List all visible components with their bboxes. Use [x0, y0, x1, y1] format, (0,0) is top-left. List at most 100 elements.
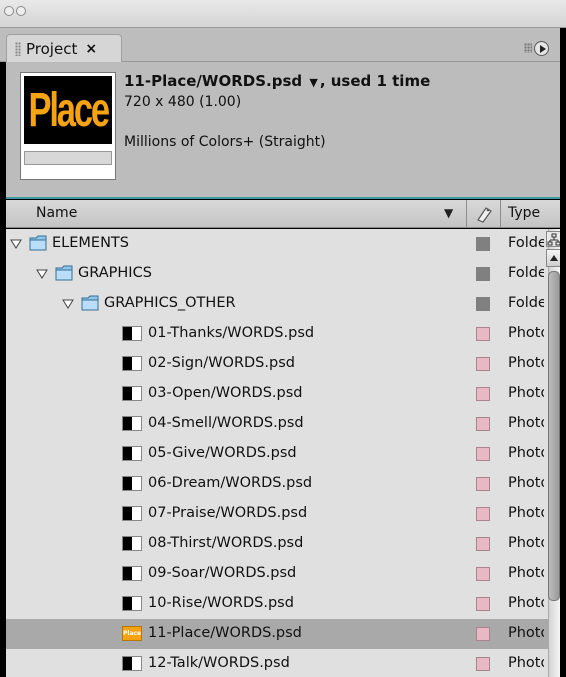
item-info-area: Place 11-Place/WORDS.psd ▼, used 1 time …: [6, 62, 560, 197]
label-color-swatch[interactable]: [476, 447, 490, 461]
label-color-swatch[interactable]: [476, 387, 490, 401]
item-label: 10-Rise/WORDS.psd: [148, 595, 294, 611]
item-type: Photoshop: [508, 595, 544, 611]
item-type: Folder: [508, 265, 544, 281]
item-type: Photoshop: [508, 505, 544, 521]
psd-file-icon: [122, 596, 142, 611]
item-label: 04-Smell/WORDS.psd: [148, 415, 304, 431]
file-row[interactable]: 01-Thanks/WORDS.psd Photoshop: [6, 319, 560, 349]
item-label: 06-Dream/WORDS.psd: [148, 475, 313, 491]
item-label: GRAPHICS_OTHER: [104, 295, 236, 311]
label-color-swatch[interactable]: [476, 357, 490, 371]
item-label: 02-Sign/WORDS.psd: [148, 355, 295, 371]
thumbnail-text: Place: [28, 83, 110, 137]
column-type[interactable]: Type: [508, 205, 540, 221]
item-name: 11-Place/WORDS.psd: [124, 72, 303, 90]
item-label: 12-Talk/WORDS.psd: [148, 655, 290, 671]
folder-icon: [29, 235, 47, 251]
item-title: 11-Place/WORDS.psd ▼, used 1 time: [124, 72, 430, 90]
item-type: Photoshop: [508, 355, 544, 371]
file-row[interactable]: 05-Give/WORDS.psd Photoshop: [6, 439, 560, 469]
file-row[interactable]: 04-Smell/WORDS.psd Photoshop: [6, 409, 560, 439]
item-label: 09-Soar/WORDS.psd: [148, 565, 297, 581]
label-color-swatch[interactable]: [476, 657, 490, 671]
disclosure-triangle-icon[interactable]: [10, 238, 22, 250]
tab-project-label: Project: [26, 39, 78, 58]
file-row[interactable]: 09-Soar/WORDS.psd Photoshop: [6, 559, 560, 589]
panel-tab-bar: Project ×: [0, 28, 560, 62]
folder-row[interactable]: GRAPHICS_OTHER Folder: [6, 289, 560, 319]
divider: [6, 197, 560, 199]
item-color-depth: Millions of Colors+ (Straight): [124, 134, 326, 150]
disclosure-triangle-icon[interactable]: [62, 298, 74, 310]
folder-row[interactable]: GRAPHICS Folder: [6, 259, 560, 289]
item-label: 11-Place/WORDS.psd: [148, 625, 302, 641]
label-color-swatch[interactable]: [476, 567, 490, 581]
folder-icon: [55, 265, 73, 281]
label-color-swatch[interactable]: [476, 507, 490, 521]
tab-project[interactable]: Project ×: [6, 34, 122, 62]
psd-file-icon: [122, 326, 142, 341]
flowchart-icon[interactable]: [546, 231, 560, 247]
panel-menu-button[interactable]: [524, 40, 550, 56]
project-items-list[interactable]: ELEMENTSFolderGRAPHICSFolderGRAPHICS_OTH…: [6, 229, 560, 677]
psd-file-icon: [122, 506, 142, 521]
item-label: 07-Praise/WORDS.psd: [148, 505, 308, 521]
file-row[interactable]: 02-Sign/WORDS.psd Photoshop: [6, 349, 560, 379]
label-color-swatch[interactable]: [476, 267, 490, 281]
item-type: Folder: [508, 235, 544, 251]
psd-file-icon: [122, 566, 142, 581]
file-row[interactable]: 12-Talk/WORDS.psd Photoshop: [6, 649, 560, 677]
close-icon[interactable]: ×: [85, 41, 97, 57]
label-color-swatch[interactable]: [476, 477, 490, 491]
folder-row[interactable]: ELEMENTS Folder: [6, 229, 560, 259]
window-edge: [560, 28, 566, 677]
item-label: ELEMENTS: [52, 235, 129, 251]
flyout-menu-icon[interactable]: [534, 40, 549, 56]
column-header: Name ▼ Type: [6, 200, 560, 228]
label-tag-icon[interactable]: [474, 204, 494, 224]
item-type: Photoshop: [508, 325, 544, 341]
file-row[interactable]: 06-Dream/WORDS.psd Photoshop: [6, 469, 560, 499]
file-row[interactable]: 03-Open/WORDS.psd Photoshop: [6, 379, 560, 409]
item-type: Photoshop: [508, 565, 544, 581]
file-row[interactable]: 08-Thirst/WORDS.psd Photoshop: [6, 529, 560, 559]
item-dimensions: 720 x 480 (1.00): [124, 94, 242, 110]
item-label: 03-Open/WORDS.psd: [148, 385, 303, 401]
thumbnail-bar: [24, 151, 112, 165]
item-thumbnail: Place: [20, 72, 116, 180]
label-color-swatch[interactable]: [476, 597, 490, 611]
item-type: Photoshop: [508, 625, 544, 641]
column-divider: [466, 200, 467, 228]
label-color-swatch[interactable]: [476, 537, 490, 551]
window-close-icon[interactable]: [4, 6, 14, 16]
item-type: Photoshop: [508, 445, 544, 461]
psd-file-icon: [122, 416, 142, 431]
item-label: 05-Give/WORDS.psd: [148, 445, 297, 461]
label-color-swatch[interactable]: [476, 327, 490, 341]
file-row[interactable]: Place 11-Place/WORDS.psd Photoshop: [6, 619, 560, 649]
psd-file-icon: [122, 536, 142, 551]
grip-icon[interactable]: [15, 41, 21, 56]
label-color-swatch[interactable]: [476, 237, 490, 251]
psd-file-icon: [122, 476, 142, 491]
psd-file-icon: [122, 656, 142, 671]
item-label: GRAPHICS: [78, 265, 152, 281]
psd-file-icon: [122, 446, 142, 461]
disclosure-triangle-icon[interactable]: [36, 268, 48, 280]
scrollbar-thumb[interactable]: [548, 271, 560, 601]
label-color-swatch[interactable]: [476, 297, 490, 311]
label-color-swatch[interactable]: [476, 627, 490, 641]
psd-file-icon: [122, 356, 142, 371]
file-row[interactable]: 07-Praise/WORDS.psd Photoshop: [6, 499, 560, 529]
window-minimize-icon[interactable]: [16, 6, 26, 16]
label-color-swatch[interactable]: [476, 417, 490, 431]
dropdown-arrow-icon[interactable]: ▼: [309, 76, 317, 89]
place-thumbnail-icon: Place: [122, 626, 142, 641]
scroll-up-button[interactable]: [546, 249, 560, 267]
sort-chevron-icon[interactable]: ▼: [444, 206, 453, 220]
column-name[interactable]: Name: [36, 205, 77, 221]
item-type: Folder: [508, 295, 544, 311]
item-type: Photoshop: [508, 655, 544, 671]
file-row[interactable]: 10-Rise/WORDS.psd Photoshop: [6, 589, 560, 619]
